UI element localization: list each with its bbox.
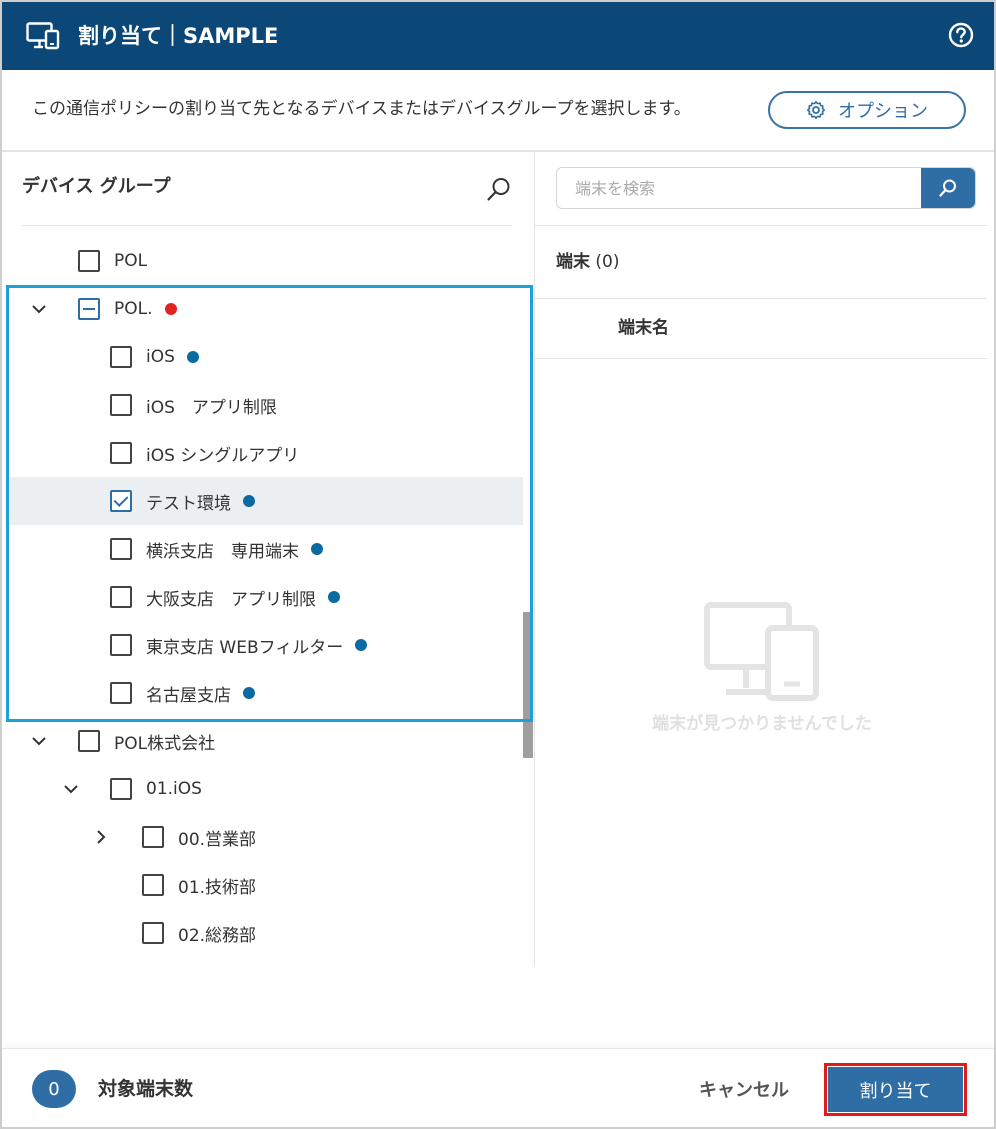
divider: [2, 150, 994, 152]
divider: [535, 358, 987, 359]
search-icon[interactable]: [486, 176, 512, 202]
tree-item-label: 01.技術部: [178, 877, 257, 898]
empty-message: 端末が見つかりませんでした: [652, 714, 872, 734]
divider: [535, 225, 987, 226]
tree-item-label: 00.営業部: [178, 829, 257, 850]
tree-item-pol-corp[interactable]: POL株式会社: [78, 717, 215, 765]
tree-item-label: 01.iOS: [146, 779, 202, 799]
checkbox[interactable]: [142, 874, 164, 896]
highlight-annotation-box: [6, 285, 533, 722]
divider: [535, 298, 987, 299]
checkbox[interactable]: [142, 826, 164, 848]
divider: [22, 225, 512, 226]
target-count-label: 対象端末数: [98, 1078, 194, 1100]
options-button[interactable]: オプション: [768, 91, 966, 129]
device-count-value: (0): [595, 252, 620, 272]
assign-button[interactable]: 割り当て: [828, 1067, 963, 1112]
dialog-title: 割り当て｜SAMPLE: [78, 24, 279, 48]
gear-icon: [807, 101, 825, 119]
tree-item-label: POL株式会社: [114, 733, 216, 754]
checkbox[interactable]: [78, 730, 100, 752]
device-group-title: デバイス グループ: [22, 176, 171, 197]
device-count-label: 端末: [556, 252, 590, 272]
tree-item-01-ios[interactable]: 01.iOS: [110, 765, 202, 813]
dialog-header: 割り当て｜SAMPLE: [2, 2, 994, 70]
search-icon: [939, 179, 956, 197]
dialog-description: この通信ポリシーの割り当て先となるデバイスまたはデバイスグループを選択します。: [32, 99, 691, 119]
device-search-button[interactable]: [921, 168, 975, 208]
tree-item-label: 02.総務部: [178, 925, 257, 946]
checkbox[interactable]: [142, 922, 164, 944]
column-header-device-name: 端末名: [618, 318, 669, 338]
panel-divider: [534, 152, 535, 966]
devices-icon: [26, 22, 60, 50]
tree-item-pol[interactable]: POL: [78, 237, 147, 285]
checkbox[interactable]: [78, 250, 100, 272]
help-icon[interactable]: [948, 22, 974, 48]
device-count: 端末 (0): [556, 248, 620, 276]
chevron-right-icon[interactable]: [92, 828, 110, 846]
device-search-input[interactable]: [557, 168, 921, 208]
target-count-badge: 0: [32, 1070, 76, 1108]
cancel-button[interactable]: キャンセル: [680, 1070, 808, 1108]
tree-item-tech[interactable]: 01.技術部: [142, 861, 256, 909]
tree-item-general-affairs[interactable]: 02.総務部: [142, 909, 256, 957]
tree-item-sales[interactable]: 00.営業部: [142, 813, 256, 861]
chevron-down-icon[interactable]: [30, 732, 48, 750]
device-search: [556, 167, 976, 209]
chevron-down-icon[interactable]: [62, 780, 80, 798]
options-button-label: オプション: [838, 101, 928, 122]
tree-item-label: POL: [114, 251, 148, 271]
devices-empty-icon: [704, 602, 819, 701]
checkbox[interactable]: [110, 778, 132, 800]
